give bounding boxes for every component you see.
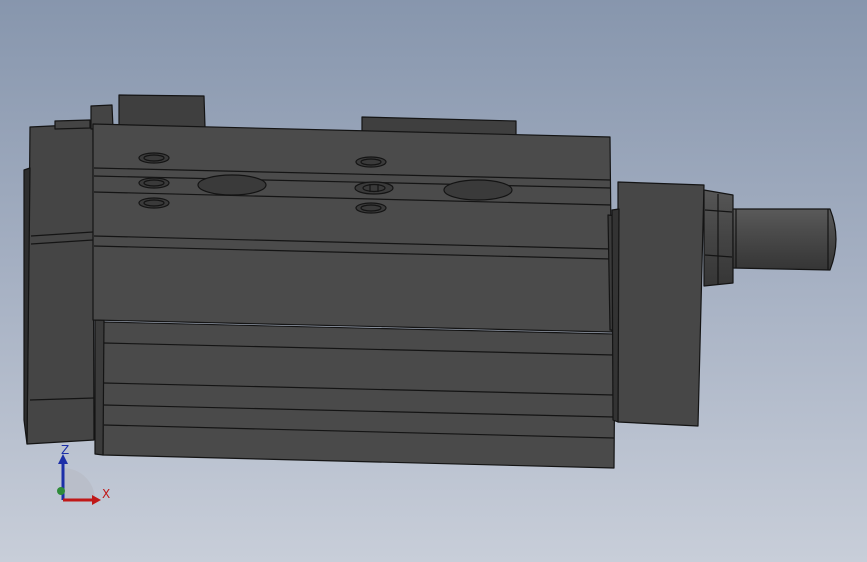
large-port-2: [443, 179, 513, 201]
large-port-1: [197, 174, 267, 196]
cylinder-tube: [102, 321, 616, 469]
x-axis-label: X: [102, 487, 111, 501]
right-end-block: [617, 181, 705, 427]
cylinder-3d-model[interactable]: [0, 0, 867, 562]
top-block-left: [118, 94, 206, 129]
orientation-triad: [57, 454, 101, 505]
slide-table-body: [92, 123, 613, 333]
z-axis-label: Z: [61, 443, 70, 457]
piston-rod: [732, 208, 837, 271]
left-end-plate: [26, 123, 95, 445]
graphics-viewport[interactable]: Z X: [0, 0, 867, 562]
y-axis-dot: [57, 487, 65, 495]
